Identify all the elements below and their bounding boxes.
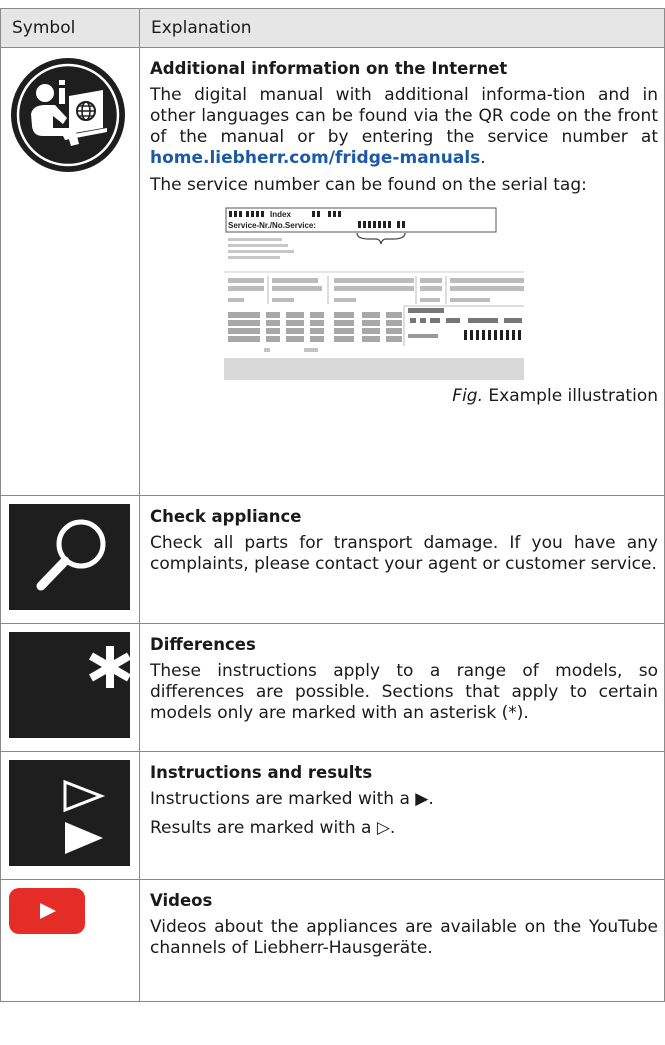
row-text: The digital manual with additional infor… (150, 85, 658, 168)
triangle-arrows-icon (9, 760, 130, 866)
svg-text:Index: Index (270, 210, 291, 219)
explanation-cell: Videos Videos about the appliances are a… (139, 879, 665, 1002)
header-explanation: Explanation (139, 8, 665, 48)
table-header-row: Symbol Explanation (0, 8, 665, 48)
header-symbol: Symbol (0, 8, 140, 48)
row-title: Differences (150, 635, 256, 654)
manuals-link[interactable]: home.liebherr.com/fridge-manuals (150, 148, 480, 168)
table-row: Instructions and results Instructions ar… (0, 751, 665, 880)
table-row: Videos Videos about the appliances are a… (0, 879, 665, 1002)
row-text: These instructions apply to a range of m… (150, 661, 658, 723)
row-text-2: Results are marked with a ▷. (150, 818, 396, 838)
serial-tag-illustration: Index Service-Nr./No.Service: (224, 206, 524, 380)
row-title: Videos (150, 891, 213, 910)
symbol-cell (0, 751, 140, 880)
symbol-cell (0, 623, 140, 752)
symbol-cell (0, 47, 140, 496)
youtube-icon[interactable] (9, 888, 85, 934)
table-row: Additional information on the Internet T… (0, 47, 665, 496)
row-title: Instructions and results (150, 763, 373, 782)
row-title: Check appliance (150, 507, 302, 526)
info-internet-icon (11, 58, 125, 172)
explanation-cell: Additional information on the Internet T… (139, 47, 665, 496)
magnifier-icon (9, 504, 130, 610)
figure-caption: Fig. Example illustration (452, 386, 658, 406)
explanation-cell: Differences These instructions apply to … (139, 623, 665, 752)
asterisk-icon (9, 632, 132, 738)
row-text: Videos about the appliances are availabl… (150, 917, 658, 958)
row-text: Instructions are marked with a ▶. (150, 789, 434, 809)
row-text: Check all parts for transport damage. If… (150, 533, 658, 574)
table-row: Check appliance Check all parts for tran… (0, 495, 665, 624)
explanation-cell: Instructions and results Instructions ar… (139, 751, 665, 880)
symbol-cell (0, 495, 140, 624)
symbol-table: Symbol Explanation Additional informatio… (0, 8, 665, 1002)
row-title: Additional information on the Internet (150, 59, 508, 78)
explanation-cell: Check appliance Check all parts for tran… (139, 495, 665, 624)
row-text-2: The service number can be found on the s… (150, 175, 587, 195)
symbol-cell (0, 879, 140, 1002)
table-row: Differences These instructions apply to … (0, 623, 665, 752)
svg-text:Service-Nr./No.Service:: Service-Nr./No.Service: (228, 221, 316, 230)
